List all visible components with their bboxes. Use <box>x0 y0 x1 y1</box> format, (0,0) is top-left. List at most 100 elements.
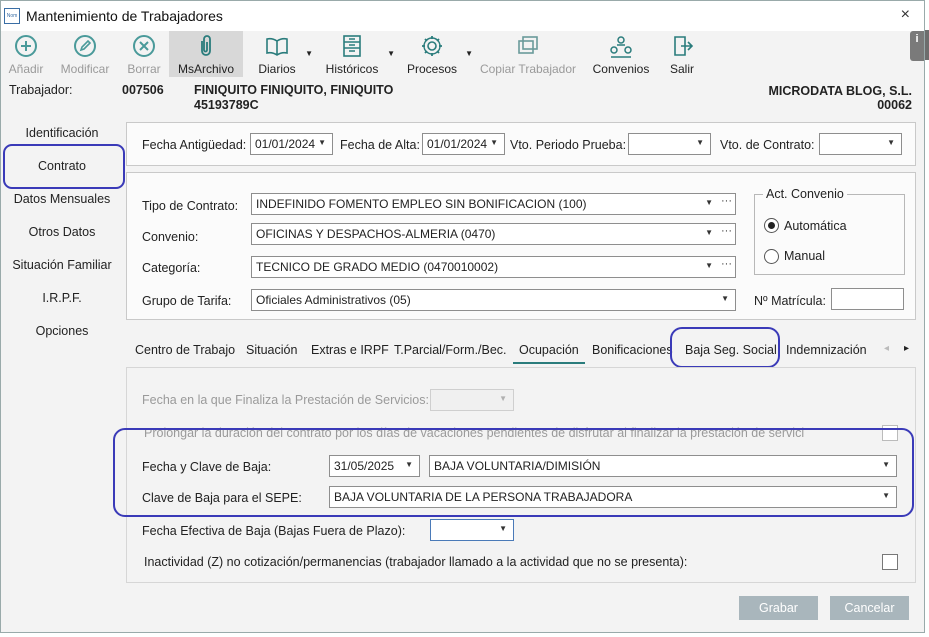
convenio-select[interactable]: OFICINAS Y DESPACHOS-ALMERIA (0470) ▼ ··· <box>251 223 736 245</box>
alta-value: 01/01/2024 <box>427 137 488 151</box>
matricula-input[interactable] <box>831 288 904 310</box>
chevron-down-icon[interactable]: ▼ <box>705 228 713 237</box>
main-window: Nom Mantenimiento de Trabajadores × Añad… <box>0 0 925 633</box>
delete-label: Borrar <box>127 62 161 76</box>
book-icon <box>266 37 288 56</box>
exit-door-icon <box>674 36 694 56</box>
tab-bar: Centro de Trabajo Situación Extras e IRP… <box>124 337 924 365</box>
tipo-contrato-label: Tipo de Contrato: <box>142 199 239 213</box>
historicos-button[interactable]: Históricos ▼ <box>311 31 395 77</box>
add-button[interactable]: Añadir <box>1 31 51 77</box>
categoria-label: Categoría: <box>142 261 201 275</box>
exit-label: Salir <box>669 62 694 76</box>
chevron-down-icon[interactable]: ▼ <box>721 294 729 303</box>
antiguedad-date-field[interactable]: 01/01/2024 ▼ <box>250 133 333 155</box>
grabar-button[interactable]: Grabar <box>739 596 818 620</box>
finaliza-prestacion-field[interactable]: ▼ <box>430 389 514 411</box>
exit-button[interactable]: Salir <box>657 31 707 77</box>
copy-worker-button[interactable]: Copiar Trabajador <box>471 31 585 77</box>
close-icon[interactable]: × <box>901 6 910 24</box>
group-icon <box>610 36 632 58</box>
chevron-down-icon[interactable]: ▼ <box>705 198 713 207</box>
sidebar-item-identificacion[interactable]: Identificación <box>1 126 123 140</box>
more-icon[interactable]: ··· <box>721 258 732 270</box>
convenios-label: Convenios <box>592 62 650 76</box>
automatica-radio[interactable] <box>764 218 779 233</box>
edit-button[interactable]: Modificar <box>51 31 119 77</box>
chevron-down-icon[interactable]: ▼ <box>696 138 704 147</box>
fecha-efectiva-field[interactable]: ▼ <box>430 519 514 541</box>
tab-situacion[interactable]: Situación <box>246 343 297 357</box>
alta-date-field[interactable]: 01/01/2024 ▼ <box>422 133 505 155</box>
procesos-label: Procesos <box>406 62 458 76</box>
sidebar-item-irpf[interactable]: I.R.P.F. <box>1 291 123 305</box>
grupo-tarifa-select[interactable]: Oficiales Administrativos (05) ▼ <box>251 289 736 311</box>
tab-tparcial[interactable]: T.Parcial/Form./Bec. <box>394 343 507 357</box>
msarchivo-label: MsArchivo <box>177 62 234 76</box>
sidebar-item-situacion-familiar[interactable]: Situación Familiar <box>1 258 123 272</box>
sidebar-item-otros-datos[interactable]: Otros Datos <box>1 225 123 239</box>
manual-radio[interactable] <box>764 249 779 264</box>
historicos-label: Históricos <box>325 62 379 76</box>
chevron-down-icon[interactable]: ▼ <box>887 138 895 147</box>
sidebar-item-contrato[interactable]: Contrato <box>1 159 123 173</box>
baja-fields-highlight <box>113 428 914 517</box>
procesos-button[interactable]: Procesos ▼ <box>393 31 473 77</box>
info-icon[interactable]: i <box>910 31 924 61</box>
chevron-down-icon[interactable]: ▼ <box>499 394 507 403</box>
add-label: Añadir <box>8 62 44 76</box>
antiguedad-label: Fecha Antigüedad: <box>142 138 247 152</box>
edit-label: Modificar <box>60 62 110 76</box>
tab-centro-trabajo[interactable]: Centro de Trabajo <box>135 343 235 357</box>
chevron-down-icon[interactable]: ▼ <box>490 138 498 147</box>
more-icon[interactable]: ··· <box>721 225 732 237</box>
chevron-down-icon[interactable]: ▼ <box>499 524 507 533</box>
dates-panel: Fecha Antigüedad: 01/01/2024 ▼ Fecha de A… <box>126 122 916 166</box>
prueba-label: Vto. Periodo Prueba: <box>510 138 627 152</box>
delete-button[interactable]: Borrar <box>119 31 169 77</box>
convenios-button[interactable]: Convenios <box>585 31 657 77</box>
inactividad-checkbox[interactable] <box>882 554 898 570</box>
vto-contrato-date-field[interactable]: ▼ <box>819 133 902 155</box>
sidebar-item-datos-mensuales[interactable]: Datos Mensuales <box>1 192 123 206</box>
employee-nif: 45193789C <box>194 98 259 112</box>
employee-name: FINIQUITO FINIQUITO, FINIQUITO <box>194 83 394 97</box>
tab-indemnizacion[interactable]: Indemnización <box>786 343 867 357</box>
automatica-label: Automática <box>784 219 847 233</box>
baja-tab-highlight <box>670 327 780 368</box>
finaliza-prestacion-label: Fecha en la que Finaliza la Prestación d… <box>142 393 429 407</box>
tipo-contrato-value: INDEFINIDO FOMENTO EMPLEO SIN BONIFICACI… <box>256 197 587 211</box>
employee-code: 007506 <box>122 83 164 97</box>
prueba-date-field[interactable]: ▼ <box>628 133 711 155</box>
fecha-efectiva-label: Fecha Efectiva de Baja (Bajas Fuera de P… <box>142 524 406 538</box>
diarios-button[interactable]: Diarios ▼ <box>243 31 313 77</box>
msarchivo-button[interactable]: MsArchivo <box>169 31 243 77</box>
employee-header: Trabajador: 007506 FINIQUITO FINIQUITO, … <box>1 77 924 117</box>
pencil-circle-icon <box>74 35 96 57</box>
tab-bonificaciones[interactable]: Bonificaciones <box>592 343 673 357</box>
inactividad-label: Inactividad (Z) no cotización/permanenci… <box>144 555 688 569</box>
tab-ocupacion[interactable]: Ocupación <box>513 343 585 364</box>
vto-contrato-label: Vto. de Contrato: <box>720 138 815 152</box>
tipo-contrato-select[interactable]: INDEFINIDO FOMENTO EMPLEO SIN BONIFICACI… <box>251 193 736 215</box>
company-code: 00062 <box>877 98 912 112</box>
tab-extras-irpf[interactable]: Extras e IRPF <box>311 343 389 357</box>
tab-prev-icon[interactable]: ◂ <box>884 343 889 354</box>
convenio-label: Convenio: <box>142 230 199 244</box>
contract-panel: Tipo de Contrato: INDEFINIDO FOMENTO EMP… <box>126 172 916 320</box>
gear-icon <box>422 36 442 56</box>
window-edge <box>925 30 929 60</box>
archive-icon <box>343 35 361 57</box>
categoria-value: TECNICO DE GRADO MEDIO (0470010002) <box>256 260 499 274</box>
tab-next-icon[interactable]: ▸ <box>904 343 909 354</box>
diarios-label: Diarios <box>258 62 296 76</box>
chevron-down-icon[interactable]: ▼ <box>318 138 326 147</box>
copy-worker-label: Copiar Trabajador <box>479 62 577 76</box>
chevron-down-icon[interactable]: ▼ <box>705 261 713 270</box>
act-convenio-group <box>754 194 905 275</box>
antiguedad-value: 01/01/2024 <box>255 137 316 151</box>
more-icon[interactable]: ··· <box>721 195 732 207</box>
cancelar-button[interactable]: Cancelar <box>830 596 909 620</box>
categoria-select[interactable]: TECNICO DE GRADO MEDIO (0470010002) ▼ ··· <box>251 256 736 278</box>
sidebar-item-opciones[interactable]: Opciones <box>1 324 123 338</box>
